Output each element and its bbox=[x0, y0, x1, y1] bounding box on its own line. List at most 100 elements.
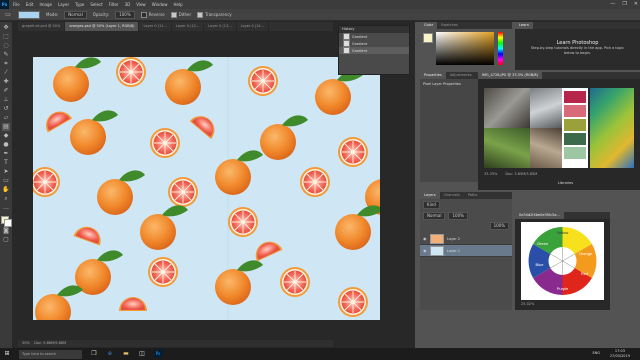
libraries-tab[interactable]: Libraries bbox=[558, 181, 573, 185]
opacity-field[interactable]: 100% bbox=[115, 10, 135, 19]
crop-tool-icon[interactable]: ⌗ bbox=[2, 60, 10, 68]
hue-slider[interactable] bbox=[498, 32, 503, 65]
options-bar: ▭ Mode: Normal Opacity: 100% Reverse Dit… bbox=[0, 9, 640, 21]
wheel-label-orange: Orange bbox=[579, 251, 593, 256]
hand-tool-icon[interactable]: ✋ bbox=[2, 186, 10, 194]
document-canvas[interactable] bbox=[33, 57, 380, 320]
wheel-label-red: Red bbox=[581, 271, 588, 276]
menu-view[interactable]: View bbox=[136, 2, 146, 7]
menu-type[interactable]: Type bbox=[75, 2, 84, 7]
menu-filter[interactable]: Filter bbox=[109, 2, 119, 7]
layer-row[interactable]: ◉ Layer 1 bbox=[420, 245, 512, 257]
wheel-label-purple: Purple bbox=[557, 286, 569, 291]
history-item[interactable]: Gradient bbox=[339, 40, 409, 47]
path-select-tool-icon[interactable]: ➤ bbox=[2, 168, 10, 176]
menu-select[interactable]: Select bbox=[90, 2, 102, 7]
menu-file[interactable]: File bbox=[13, 2, 20, 7]
layer-filter-kind[interactable]: Kind bbox=[423, 201, 440, 209]
transparency-checkbox[interactable]: Transparency bbox=[197, 11, 232, 18]
close-button[interactable]: ✕ bbox=[634, 1, 638, 7]
brush-tool-icon[interactable]: ✐ bbox=[2, 87, 10, 95]
eraser-tool-icon[interactable]: ▱ bbox=[2, 114, 10, 122]
tab-learn[interactable]: Learn bbox=[515, 22, 533, 29]
tab-layers[interactable]: Layers bbox=[420, 192, 440, 199]
eye-icon[interactable]: ◉ bbox=[423, 248, 427, 253]
shape-tool-icon[interactable]: ▭ bbox=[2, 177, 10, 185]
tab-photo-doc[interactable]: IMG_4728.JPG @ 33.3% (RGB/8) bbox=[478, 72, 543, 79]
pen-tool-icon[interactable]: ✒ bbox=[2, 150, 10, 158]
menu-edit[interactable]: Edit bbox=[26, 2, 34, 7]
move-tool-icon[interactable]: ✥ bbox=[2, 24, 10, 32]
photoshop-taskbar-icon[interactable]: Ps bbox=[154, 350, 162, 358]
restore-button[interactable]: ❐ bbox=[622, 1, 626, 7]
tab-channels[interactable]: Channels bbox=[440, 192, 464, 199]
history-brush-icon[interactable]: ↺ bbox=[2, 105, 10, 113]
zoom-tool-icon[interactable]: ⌕ bbox=[2, 195, 10, 203]
file-explorer-icon[interactable]: ▬ bbox=[122, 350, 130, 358]
photo-zoom[interactable]: 33.33% bbox=[484, 172, 497, 176]
wheel-zoom[interactable]: 25.02% bbox=[521, 302, 534, 306]
tab-layer-0-b[interactable]: Layer 0 (12... bbox=[172, 22, 205, 31]
color-field[interactable] bbox=[436, 32, 494, 65]
lasso-tool-icon[interactable]: ◌ bbox=[2, 42, 10, 50]
blur-tool-icon[interactable]: ◆ bbox=[2, 132, 10, 140]
edge-icon[interactable]: e bbox=[106, 350, 114, 358]
quick-mask-icon[interactable]: ◙ bbox=[2, 227, 10, 235]
layer-opacity-field[interactable]: 100% bbox=[448, 212, 468, 220]
tab-grapefruit[interactable]: grapefruit.psd @ 50% bbox=[18, 22, 66, 31]
reverse-checkbox[interactable]: Reverse bbox=[140, 11, 165, 18]
dodge-tool-icon[interactable]: ● bbox=[2, 141, 10, 149]
color-swatch-fg[interactable] bbox=[423, 33, 433, 43]
windows-taskbar: ⊞ Type here to search ❐ e ▬ ◫ Ps 17:03 2… bbox=[0, 348, 640, 360]
eyedropper-tool-icon[interactable]: ⁄ bbox=[2, 69, 10, 77]
tab-layer-0-a[interactable]: Layer 0 (11... bbox=[139, 22, 172, 31]
menu-window[interactable]: Window bbox=[152, 2, 168, 7]
tab-color[interactable]: Color bbox=[420, 22, 438, 29]
windows-start-icon[interactable]: ⊞ bbox=[3, 350, 11, 358]
tab-layer-0-c[interactable]: Layer 0 (13... bbox=[204, 22, 237, 31]
language-indicator[interactable]: ENG bbox=[592, 351, 600, 355]
marquee-tool-icon[interactable]: ⬚ bbox=[2, 33, 10, 41]
tab-paths[interactable]: Paths bbox=[464, 192, 482, 199]
quick-select-tool-icon[interactable]: ✎ bbox=[2, 51, 10, 59]
gradient-tool-icon[interactable]: ▤ bbox=[2, 123, 10, 131]
tab-layer-0-d[interactable]: Layer 0 (14... bbox=[237, 22, 269, 31]
color-wheel-image: Yellow Red Blue Purple Green Orange bbox=[528, 227, 597, 295]
menu-image[interactable]: Image bbox=[39, 2, 52, 7]
more-tools-icon[interactable]: … bbox=[2, 204, 10, 212]
healing-tool-icon[interactable]: ✚ bbox=[2, 78, 10, 86]
taskbar-search[interactable]: Type here to search bbox=[19, 349, 82, 359]
mode-dropdown[interactable]: Normal bbox=[64, 10, 87, 19]
wheel-label-blue: Blue bbox=[535, 262, 544, 267]
tab-swatches[interactable]: Swatches bbox=[437, 22, 462, 29]
window-controls: — ❐ ✕ bbox=[610, 1, 638, 7]
menu-layer[interactable]: Layer bbox=[58, 2, 69, 7]
task-view-icon[interactable]: ❐ bbox=[90, 350, 98, 358]
layer-row[interactable]: ◉ Layer 2 bbox=[420, 233, 512, 245]
tab-properties[interactable]: Properties bbox=[420, 72, 446, 79]
type-tool-icon[interactable]: T bbox=[2, 159, 10, 167]
zoom-level[interactable]: 50% bbox=[22, 341, 30, 345]
screen-mode-icon[interactable]: ▢ bbox=[2, 236, 10, 244]
taskbar-clock[interactable]: 17:03 27/03/2019 bbox=[610, 349, 630, 358]
color-swatches[interactable] bbox=[1, 216, 12, 227]
gradient-picker[interactable] bbox=[18, 10, 40, 19]
photo-canvas[interactable] bbox=[484, 88, 588, 168]
tab-adjustments[interactable]: Adjustments bbox=[446, 72, 476, 79]
minimize-button[interactable]: — bbox=[610, 1, 615, 7]
blend-mode-dropdown[interactable]: Normal bbox=[423, 212, 446, 220]
stamp-tool-icon[interactable]: ⊥ bbox=[2, 96, 10, 104]
tab-wheel-doc[interactable]: 0e34d2f4be0e3f0c5a... bbox=[515, 212, 564, 219]
history-item[interactable]: Gradient bbox=[339, 33, 409, 40]
layer-fill-field[interactable]: 100% bbox=[489, 222, 509, 230]
gradient-tool-icon[interactable]: ▭ bbox=[4, 11, 12, 19]
color-wheel-canvas[interactable]: Yellow Red Blue Purple Green Orange bbox=[521, 222, 604, 300]
menu-help[interactable]: Help bbox=[173, 2, 182, 7]
tab-oranges[interactable]: oranges.psd @ 50% (Layer 1, RGB/8) bbox=[65, 22, 140, 31]
menu-3d[interactable]: 3D bbox=[125, 2, 131, 7]
dither-checkbox[interactable]: Dither bbox=[170, 11, 191, 18]
document-status-bar: 50% Doc: 9.86M/9.86M bbox=[18, 340, 333, 347]
store-icon[interactable]: ◫ bbox=[138, 350, 146, 358]
history-item[interactable]: Gradient bbox=[339, 47, 409, 54]
eye-icon[interactable]: ◉ bbox=[423, 236, 427, 241]
